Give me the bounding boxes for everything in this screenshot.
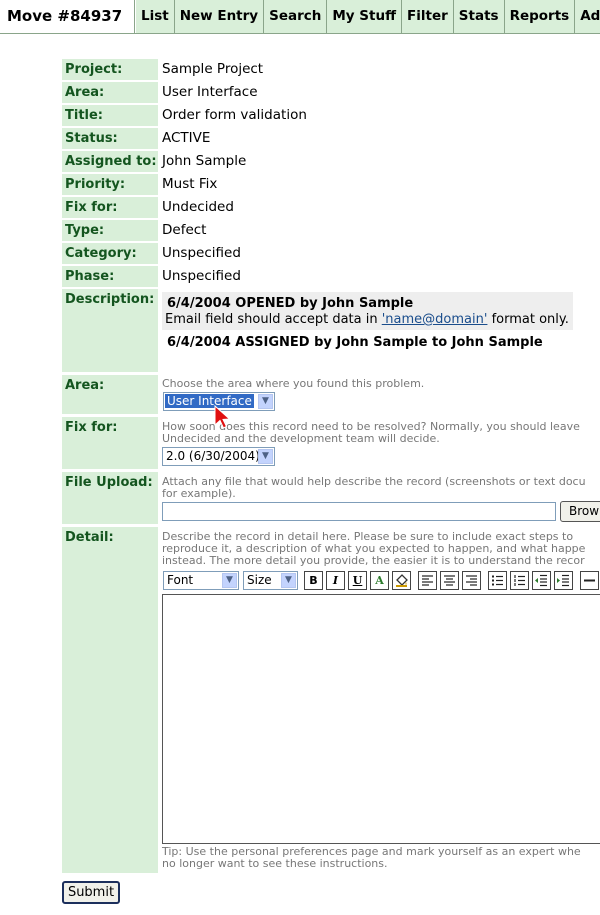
file-upload-hint-1: Attach any file that would help describe… <box>162 475 586 488</box>
description-label: Description: <box>62 289 158 372</box>
phase-value: Unspecified <box>162 268 241 284</box>
detail-tip-2: no longer want to see these instructions… <box>162 857 388 870</box>
align-center-icon <box>444 575 455 586</box>
nav-tabs: List New Entry Search My Stuff Filter St… <box>136 0 600 33</box>
project-label: Project: <box>62 59 158 80</box>
file-upload-hint-2: for example). <box>162 487 236 500</box>
tab-admin[interactable]: Admin <box>575 0 600 33</box>
detail-label: Detail: <box>62 527 158 873</box>
detail-editor[interactable] <box>162 594 600 844</box>
description-text-before: Email field should accept data in <box>165 312 382 327</box>
type-label: Type: <box>62 220 158 241</box>
align-left-icon <box>422 575 433 586</box>
italic-button[interactable]: I <box>326 571 345 590</box>
top-nav: Move #84937 List New Entry Search My Stu… <box>0 0 600 34</box>
fix-for-select-value: 2.0 (6/30/2004) <box>166 449 260 463</box>
edit-area-label: Area: <box>62 375 158 414</box>
numbered-list-button[interactable] <box>510 571 529 590</box>
browse-button[interactable]: Brow <box>560 501 600 522</box>
edit-fix-for-label: Fix for: <box>62 417 158 469</box>
category-value: Unspecified <box>162 245 241 261</box>
assigned-entry-header: 6/4/2004 ASSIGNED by John Sample to John… <box>167 335 543 350</box>
align-right-icon <box>466 575 477 586</box>
outdent-button[interactable] <box>532 571 551 590</box>
assigned-to-value: John Sample <box>162 153 247 169</box>
phase-label: Phase: <box>62 266 158 287</box>
highlight-color-button[interactable] <box>392 571 411 590</box>
type-value: Defect <box>162 222 207 238</box>
title-label: Title: <box>62 105 158 126</box>
status-label: Status: <box>62 128 158 149</box>
detail-hint-3: instead. The more detail you provide, th… <box>162 554 585 567</box>
horizontal-rule-button[interactable] <box>580 571 599 590</box>
detail-hint-1: Describe the record in detail here. Plea… <box>162 530 574 543</box>
font-select-value: Font <box>167 573 194 587</box>
fix-for-select[interactable]: 2.0 (6/30/2004) ▼ <box>162 447 275 466</box>
size-select-value: Size <box>247 573 272 587</box>
outdent-icon <box>535 574 547 587</box>
tab-filter[interactable]: Filter <box>402 0 454 33</box>
area-label: Area: <box>62 82 158 103</box>
indent-button[interactable] <box>554 571 573 590</box>
numbered-list-icon <box>514 575 525 586</box>
category-label: Category: <box>62 243 158 264</box>
size-select[interactable]: Size ▼ <box>243 571 298 590</box>
priority-value: Must Fix <box>162 176 218 192</box>
chevron-down-icon: ▼ <box>281 573 296 588</box>
mouse-cursor-icon <box>214 405 231 429</box>
align-right-button[interactable] <box>462 571 481 590</box>
chevron-down-icon: ▼ <box>258 449 273 464</box>
fix-for-label: Fix for: <box>62 197 158 218</box>
submit-button[interactable]: Submit <box>62 881 120 904</box>
area-select-value: User Interface <box>165 394 254 408</box>
priority-label: Priority: <box>62 174 158 195</box>
align-center-button[interactable] <box>440 571 459 590</box>
fix-for-hint-2: Undecided and the development team will … <box>162 432 440 445</box>
status-value: ACTIVE <box>162 130 211 146</box>
indent-icon <box>557 574 569 587</box>
chevron-down-icon: ▼ <box>222 573 237 588</box>
description-entry-text: Email field should accept data in 'name@… <box>165 312 569 327</box>
tab-my-stuff[interactable]: My Stuff <box>327 0 403 33</box>
page-title: Move #84937 <box>0 0 135 33</box>
tab-new-entry[interactable]: New Entry <box>174 0 265 33</box>
file-path-input[interactable] <box>162 502 556 521</box>
email-format-link[interactable]: 'name@domain' <box>382 312 488 327</box>
file-upload-label: File Upload: <box>62 472 158 524</box>
description-text-after: format only. <box>487 312 569 327</box>
chevron-down-icon: ▼ <box>258 394 273 409</box>
area-hint: Choose the area where you found this pro… <box>162 377 425 390</box>
tab-list[interactable]: List <box>136 0 175 33</box>
underline-button[interactable]: U <box>348 571 367 590</box>
tab-reports[interactable]: Reports <box>504 0 576 33</box>
detail-hint-2: reproduce it, a description of what you … <box>162 542 586 555</box>
description-entry-header: 6/4/2004 OPENED by John Sample <box>167 296 414 311</box>
project-value: Sample Project <box>162 61 264 77</box>
font-select[interactable]: Font ▼ <box>163 571 239 590</box>
horizontal-rule-icon <box>584 579 595 582</box>
paint-bucket-icon <box>396 574 408 587</box>
assigned-to-label: Assigned to: <box>62 151 158 172</box>
detail-tip-1: Tip: Use the personal preferences page a… <box>162 845 581 858</box>
title-value: Order form validation <box>162 107 307 123</box>
fix-for-value: Undecided <box>162 199 234 215</box>
bullet-list-button[interactable] <box>488 571 507 590</box>
align-left-button[interactable] <box>418 571 437 590</box>
tab-stats[interactable]: Stats <box>453 0 505 33</box>
bullet-list-icon <box>492 575 503 586</box>
tab-search[interactable]: Search <box>264 0 328 33</box>
bold-button[interactable]: B <box>304 571 323 590</box>
text-color-button[interactable]: A <box>370 571 389 590</box>
area-value: User Interface <box>162 84 258 100</box>
